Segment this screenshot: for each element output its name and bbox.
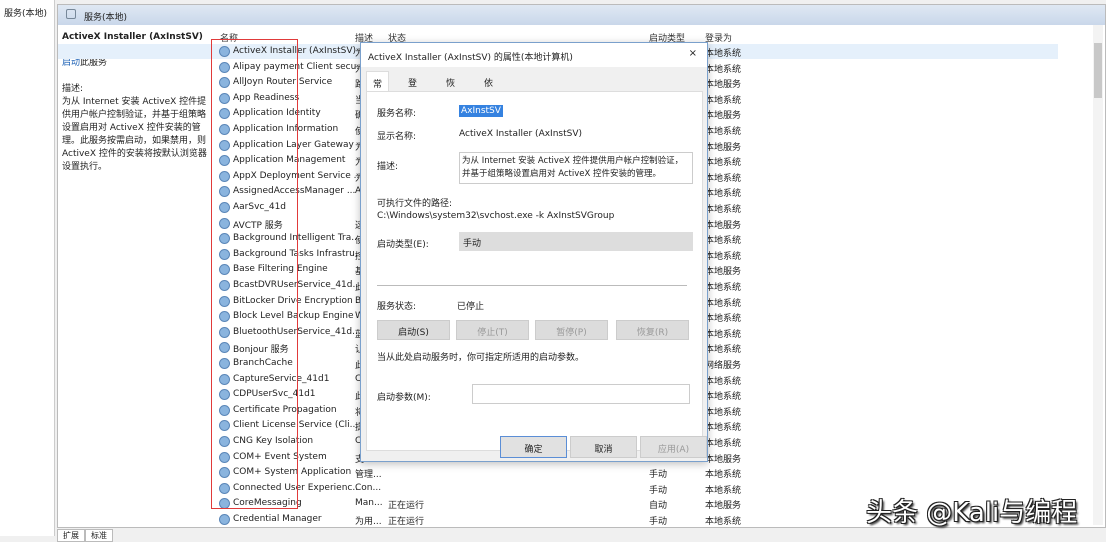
start-button[interactable]: 启动(S)	[377, 320, 450, 340]
vertical-scrollbar[interactable]	[1093, 25, 1103, 525]
tab-dependencies[interactable]: 依存关系	[478, 71, 499, 128]
cell-l: 本地服务	[705, 142, 742, 153]
apply-button[interactable]: 应用(A)	[640, 436, 707, 458]
cell-l: 本地系统	[705, 95, 742, 106]
cell-l: 本地系统	[705, 407, 742, 418]
stop-button[interactable]: 停止(T)	[456, 320, 529, 340]
resume-button[interactable]: 恢复(R)	[616, 320, 689, 340]
service-status-label: 服务状态:	[377, 302, 417, 312]
cell-l: 本地系统	[705, 236, 742, 247]
cell-l: 本地系统	[705, 189, 742, 200]
cell-l: 本地系统	[705, 251, 742, 262]
properties-dialog: ActiveX Installer (AxInstSV) 的属性(本地计算机) ×…	[360, 42, 708, 462]
cell-l: 本地系统	[705, 49, 742, 59]
service-status-value: 已停止	[457, 302, 485, 312]
cell-l: 本地系统	[705, 517, 742, 527]
cell-s: 正在运行	[388, 501, 425, 512]
cell-l: 本地服务	[705, 111, 742, 122]
cell-l: 本地系统	[705, 173, 742, 184]
cell-l: 本地系统	[705, 158, 742, 169]
display-name-label: 显示名称:	[377, 132, 417, 142]
pane-title: 服务(本地)	[84, 13, 128, 23]
cell-l: 本地系统	[705, 392, 742, 403]
cell-d: Con...	[355, 482, 382, 493]
cell-l: 本地系统	[705, 485, 742, 496]
pane-header: 服务(本地)	[58, 5, 1105, 25]
ok-button[interactable]: 确定	[500, 436, 567, 458]
tree-item-services-local[interactable]: 服务(本地)	[4, 6, 47, 19]
cell-t: 自动	[649, 501, 668, 512]
cell-l: 本地服务	[705, 501, 742, 512]
highlight-annotation-box	[211, 39, 298, 509]
service-gear-icon	[219, 514, 230, 525]
selected-service-name: ActiveX Installer (AxInstSV)	[62, 32, 203, 42]
tree-panel: 服务(本地)	[0, 0, 55, 536]
tab-logon[interactable]: 登录	[402, 71, 423, 102]
cell-l: 本地系统	[705, 298, 742, 309]
start-params-input[interactable]	[472, 384, 690, 404]
cell-l: 网络服务	[705, 361, 742, 371]
services-icon	[66, 9, 76, 19]
startup-type-label: 启动类型(E):	[377, 240, 429, 250]
cell-l: 本地服务	[705, 80, 742, 91]
startup-type-select[interactable]: 手动	[459, 232, 693, 251]
path-value: C:\Windows\system32\svchost.exe -k AxIns…	[377, 211, 615, 221]
start-params-label: 启动参数(M):	[377, 393, 431, 403]
start-params-hint: 当从此处启动服务时，你可指定所适用的启动参数。	[377, 353, 585, 363]
cell-l: 本地系统	[705, 470, 742, 481]
cell-l: 本地系统	[705, 64, 742, 75]
cell-l: 本地系统	[705, 345, 742, 356]
description-textbox[interactable]: 为从 Internet 安装 ActiveX 控件提供用户帐户控制验证，并基于组…	[459, 152, 693, 184]
cell-l: 本地系统	[705, 423, 742, 434]
cell-d: 为用...	[355, 517, 382, 527]
close-icon[interactable]: ×	[689, 48, 697, 59]
display-name-value[interactable]: ActiveX Installer (AxInstSV)	[459, 129, 582, 139]
cell-n: Credential Manager	[233, 514, 322, 524]
general-tab-pane: 服务名称: AxInstSV 显示名称: ActiveX Installer (…	[366, 91, 703, 451]
col-header-logon[interactable]: 登录为	[705, 31, 732, 44]
cell-l: 本地系统	[705, 376, 742, 387]
cell-l: 本地服务	[705, 454, 742, 465]
cell-d: Man...	[355, 498, 383, 509]
cell-l: 本地系统	[705, 329, 742, 340]
cell-l: 本地系统	[705, 283, 742, 293]
path-label: 可执行文件的路径:	[377, 199, 453, 209]
cell-l: 本地系统	[705, 205, 742, 215]
scrollbar-thumb[interactable]	[1094, 43, 1102, 98]
cell-l: 本地服务	[705, 267, 742, 278]
cancel-button[interactable]: 取消	[570, 436, 637, 458]
cell-t: 手动	[649, 485, 668, 496]
cell-t: 手动	[649, 470, 668, 481]
description-label: 描述:	[377, 162, 399, 172]
service-name-value[interactable]: AxInstSV	[459, 105, 503, 117]
service-name-label: 服务名称:	[377, 109, 417, 119]
service-row[interactable]: COM+ System Application 管理... 手动 本地系统	[58, 465, 1058, 480]
divider	[377, 285, 687, 286]
cell-t: 手动	[649, 517, 668, 527]
cell-l: 本地服务	[705, 220, 742, 231]
pause-button[interactable]: 暂停(P)	[535, 320, 608, 340]
tab-general[interactable]: 常规	[366, 71, 390, 103]
cell-l: 本地系统	[705, 127, 742, 137]
watermark: 头条 @Kali与编程	[866, 498, 1078, 528]
cell-d: 管理...	[355, 470, 382, 481]
cell-s: 正在运行	[388, 517, 425, 527]
cell-l: 本地系统	[705, 314, 742, 325]
dialog-titlebar: ActiveX Installer (AxInstSV) 的属性(本地计算机) ×	[361, 43, 707, 67]
cell-l: 本地系统	[705, 439, 742, 449]
tab-recovery[interactable]: 恢复	[440, 71, 461, 102]
dialog-title: ActiveX Installer (AxInstSV) 的属性(本地计算机)	[368, 53, 573, 63]
